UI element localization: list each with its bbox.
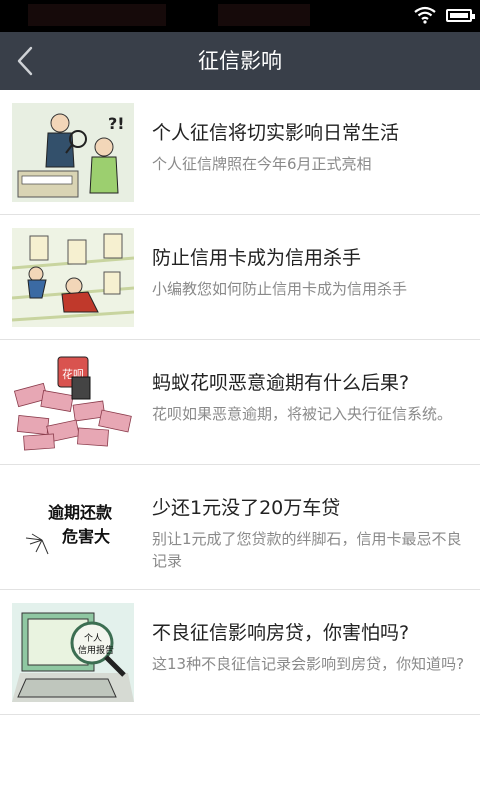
list-item[interactable]: 逾期还款 危害大 少还1元没了20万车贷 别让1元成了您贷款的绊脚石，信用卡最忌… <box>0 465 480 590</box>
status-bar-blurred-area <box>28 4 166 26</box>
status-bar-blurred-area <box>218 4 310 26</box>
credit-inspection-cartoon-icon: ?! <box>12 103 134 202</box>
svg-text:逾期还款: 逾期还款 <box>48 503 113 522</box>
svg-text:危害大: 危害大 <box>62 527 110 546</box>
list-item[interactable]: 个人 信用报告 不良征信影响房贷，你害怕吗? 这13种不良征信记录会影响到房贷，… <box>0 590 480 715</box>
list-item[interactable]: ?! 个人征信将切实影响日常生活 个人征信牌照在今年6月正式亮相 <box>0 90 480 215</box>
nav-bar: 征信影响 <box>0 32 480 90</box>
list-item[interactable]: 花呗 蚂蚁花呗恶意逾期有什么后果? 花呗如果恶意逾期，将被记入央行征信系统。 <box>0 340 480 465</box>
article-subtitle: 这13种不良征信记录会影响到房贷，你知道吗? <box>152 655 465 673</box>
credit-report-computer-icon: 个人 信用报告 <box>12 603 134 702</box>
article-title: 不良征信影响房贷，你害怕吗? <box>152 622 410 644</box>
credit-card-killer-cartoon-icon <box>12 228 134 327</box>
article-title: 防止信用卡成为信用杀手 <box>152 247 362 269</box>
article-title: 个人征信将切实影响日常生活 <box>152 122 400 144</box>
article-subtitle: 花呗如果恶意逾期，将被记入央行征信系统。 <box>152 405 453 423</box>
article-title: 少还1元没了20万车贷 <box>152 497 341 519</box>
battery-icon <box>446 9 475 22</box>
article-subtitle: 别让1元成了您贷款的绊脚石，信用卡最忌不良记录 <box>152 530 462 570</box>
huabei-cash-cartoon-icon: 花呗 <box>12 353 134 452</box>
wifi-icon <box>414 6 436 24</box>
page-title: 征信影响 <box>198 49 282 73</box>
article-list: ?! 个人征信将切实影响日常生活 个人征信牌照在今年6月正式亮相 防止信用卡成为… <box>0 90 480 715</box>
overdue-warning-icon: 逾期还款 危害大 <box>12 478 134 577</box>
article-title: 蚂蚁花呗恶意逾期有什么后果? <box>152 372 410 394</box>
status-bar <box>0 0 480 32</box>
svg-text:?!: ?! <box>108 114 125 133</box>
list-item[interactable]: 防止信用卡成为信用杀手 小编教您如何防止信用卡成为信用杀手 <box>0 215 480 340</box>
svg-text:个人: 个人 <box>84 633 102 644</box>
article-subtitle: 小编教您如何防止信用卡成为信用杀手 <box>152 280 408 298</box>
svg-text:信用报告: 信用报告 <box>78 644 114 656</box>
article-subtitle: 个人征信牌照在今年6月正式亮相 <box>152 155 372 173</box>
